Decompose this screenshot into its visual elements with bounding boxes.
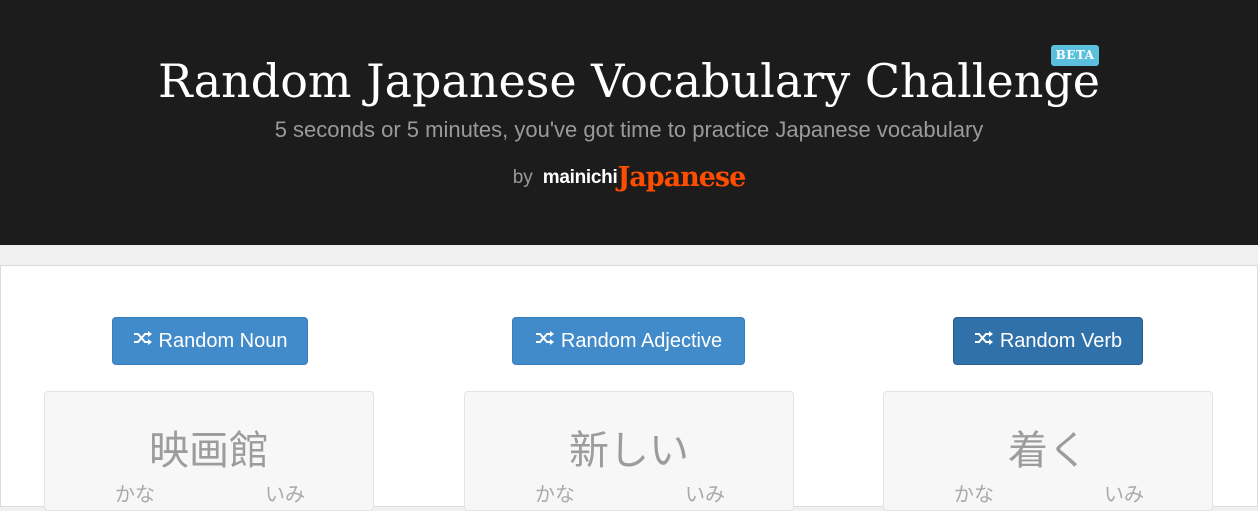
page-subtitle: 5 seconds or 5 minutes, you've got time … xyxy=(274,117,984,142)
verb-kana-label: かな xyxy=(954,482,994,506)
noun-kana-label: かな xyxy=(115,482,155,506)
header: Random Japanese Vocabulary Challenge BET… xyxy=(0,0,1258,245)
shuffle-icon xyxy=(974,317,994,363)
adjective-meaning-label: いみ xyxy=(685,482,725,506)
verb-word: 着く xyxy=(1008,428,1088,474)
shuffle-icon xyxy=(535,317,555,363)
random-noun-button[interactable]: Random Noun xyxy=(112,317,308,365)
random-adjective-label: Random Adjective xyxy=(560,330,723,352)
byline[interactable]: by mainichiJapanese xyxy=(0,163,1258,193)
adjective-kana-label: かな xyxy=(535,482,575,506)
noun-card: 映画館 かな いみ xyxy=(44,391,374,511)
shuffle-icon xyxy=(133,317,153,363)
adjective-word: 新しい xyxy=(569,428,689,474)
beta-badge: BETA xyxy=(1051,45,1099,66)
by-label: by xyxy=(512,167,533,188)
random-noun-label: Random Noun xyxy=(158,330,288,352)
random-verb-label: Random Verb xyxy=(999,330,1123,352)
logo-japanese[interactable]: Japanese xyxy=(617,162,746,193)
noun-meaning-label: いみ xyxy=(265,482,305,506)
page-title: Random Japanese Vocabulary Challenge xyxy=(158,54,1101,108)
verb-meaning-label: いみ xyxy=(1104,482,1144,506)
adjective-card: 新しい かな いみ xyxy=(464,391,794,511)
random-adjective-button[interactable]: Random Adjective xyxy=(512,317,745,365)
random-verb-button[interactable]: Random Verb xyxy=(953,317,1143,365)
noun-word: 映画館 xyxy=(149,428,269,474)
verb-card: 着く かな いみ xyxy=(883,391,1213,511)
logo-mainichi[interactable]: mainichi xyxy=(543,167,618,188)
